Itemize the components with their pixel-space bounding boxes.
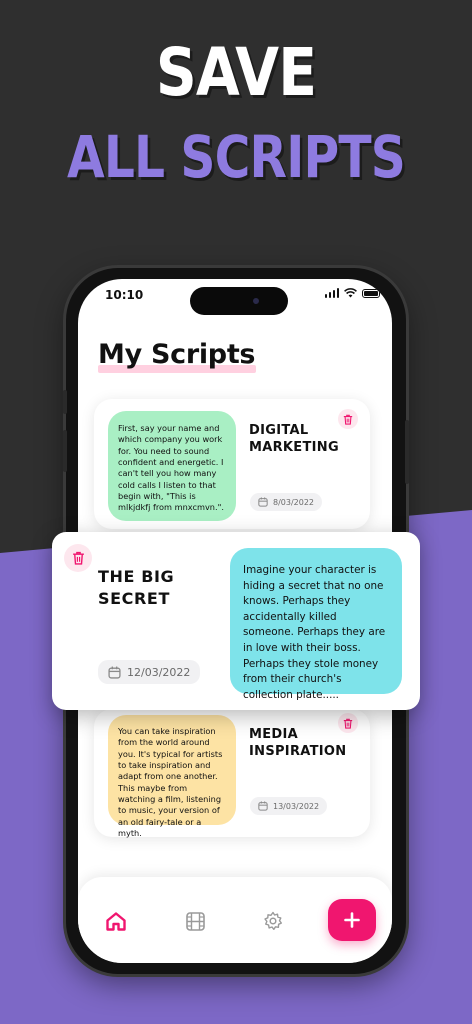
trash-icon: [72, 551, 84, 565]
dynamic-island: [190, 287, 288, 315]
script-card-media-inspiration[interactable]: You can take inspiration from the world …: [94, 709, 370, 838]
delete-button[interactable]: [338, 409, 358, 429]
script-date: 8/03/2022: [250, 493, 323, 511]
script-date: 13/03/2022: [250, 797, 328, 815]
calendar-icon: [258, 497, 268, 507]
wifi-icon: [344, 288, 357, 298]
script-date-text: 12/03/2022: [127, 665, 191, 679]
script-preview: You can take inspiration from the world …: [108, 715, 236, 838]
promo-headline-line1: SAVE: [155, 34, 317, 111]
status-time: 10:10: [105, 288, 144, 302]
promo-headline-line2: ALL SCRIPTS: [66, 123, 406, 191]
phone-volume-button: [63, 430, 67, 472]
film-icon: [185, 911, 205, 931]
status-icons: [324, 288, 380, 298]
script-card-the-big-secret[interactable]: THE BIG SECRET 12/03/2022 Imagine your c…: [52, 532, 420, 710]
plus-icon: [344, 912, 360, 928]
tab-home[interactable]: [104, 909, 128, 933]
script-preview: Imagine your character is hiding a secre…: [230, 548, 402, 701]
script-date-text: 13/03/2022: [273, 801, 320, 811]
page-title: My Scripts: [98, 339, 256, 370]
tab-settings[interactable]: [261, 909, 285, 933]
phone-power-button: [405, 420, 409, 484]
delete-button[interactable]: [338, 713, 358, 733]
delete-button[interactable]: [64, 544, 92, 572]
trash-icon: [343, 718, 353, 729]
home-icon: [106, 911, 126, 931]
trash-icon: [343, 414, 353, 425]
add-script-button[interactable]: [328, 899, 376, 941]
bottom-tab-bar: [78, 877, 392, 963]
signal-icon: [324, 288, 339, 298]
tab-scripts[interactable]: [183, 909, 207, 933]
battery-icon: [362, 288, 380, 298]
script-card-digital-marketing[interactable]: First, say your name and which company y…: [94, 399, 370, 529]
script-title: THE BIG SECRET: [98, 567, 175, 609]
script-title: DIGITAL MARKETING: [249, 423, 339, 455]
script-date: 12/03/2022: [98, 660, 201, 684]
script-date-text: 8/03/2022: [273, 497, 315, 507]
phone-side-button: [63, 390, 67, 414]
gear-icon: [264, 911, 282, 930]
calendar-icon: [108, 666, 121, 679]
calendar-icon: [258, 801, 268, 811]
script-title: MEDIA INSPIRATION: [249, 727, 347, 759]
script-preview: First, say your name and which company y…: [108, 411, 236, 521]
